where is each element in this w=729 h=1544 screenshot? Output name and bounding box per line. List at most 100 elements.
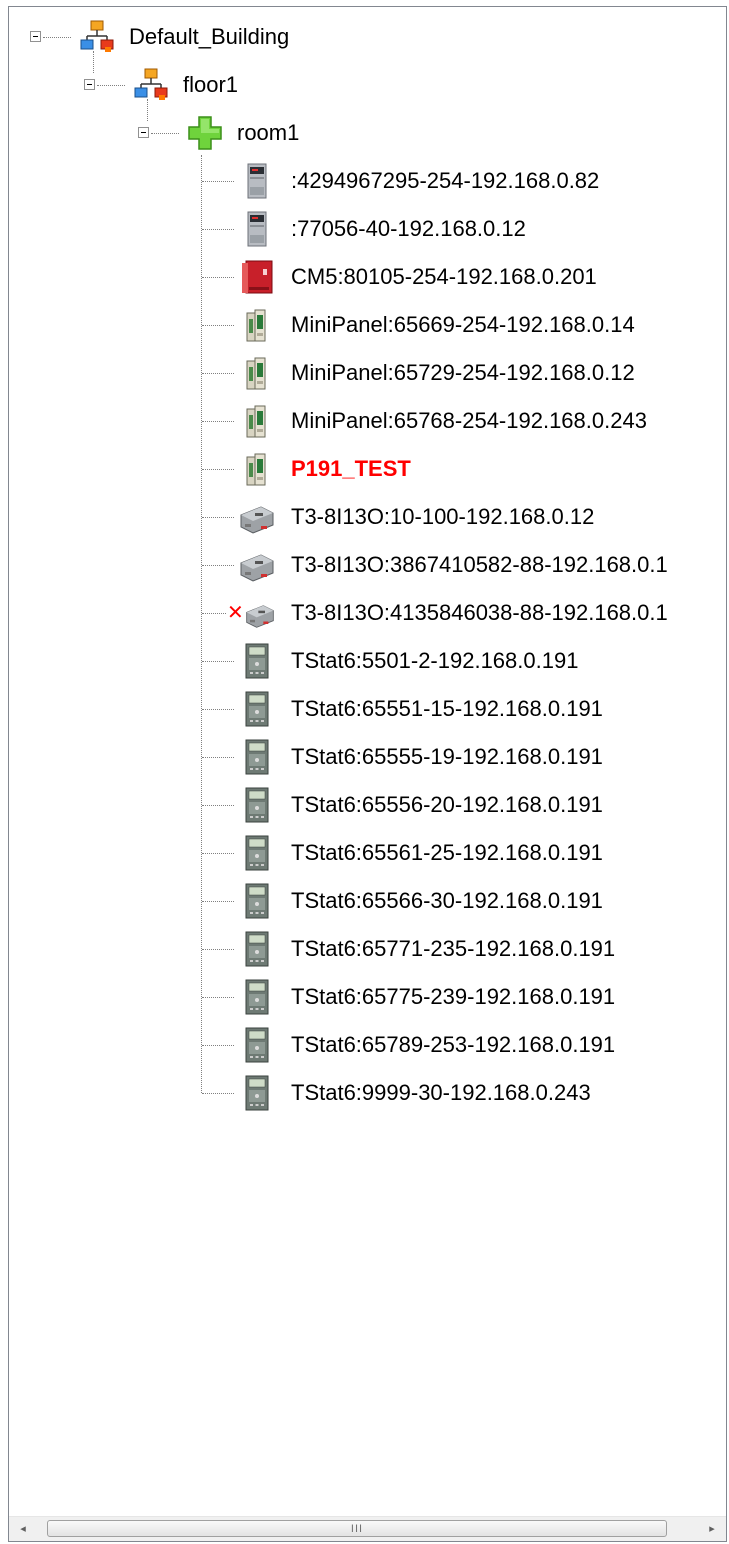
tree-node-label: TStat6:65566-30-192.168.0.191	[291, 888, 603, 913]
collapse-toggle[interactable]	[30, 31, 41, 42]
tree-node-floor[interactable]: floor1	[9, 51, 709, 107]
tstat-icon	[245, 979, 269, 1015]
tree-connector	[147, 99, 148, 121]
tree-connector	[202, 949, 234, 950]
scroll-left-button[interactable]: ◂	[11, 1517, 35, 1541]
tree-connector	[202, 421, 234, 422]
tree-node-label: T3-8I13O:10-100-192.168.0.12	[291, 504, 595, 529]
tree-node-label: floor1	[183, 72, 239, 97]
tstat-icon	[245, 1075, 269, 1111]
device-node[interactable]: MiniPanel:65729-254-192.168.0.12	[9, 351, 726, 395]
tree-connector	[202, 901, 234, 902]
device-tree[interactable]: Default_Building floor1 room1:429496729…	[9, 7, 726, 1517]
offline-x-icon: ✕	[227, 602, 244, 624]
device-node[interactable]: TStat6:5501-2-192.168.0.191	[9, 639, 726, 683]
device-node[interactable]: TStat6:65775-239-192.168.0.191	[9, 975, 726, 1019]
tree-connector	[202, 709, 234, 710]
tree-node-label: :77056-40-192.168.0.12	[291, 216, 526, 241]
t3-module-icon	[240, 506, 274, 534]
tree-node-building[interactable]: Default_Building	[9, 15, 709, 59]
tree-node-label: MiniPanel:65669-254-192.168.0.14	[291, 312, 635, 337]
tstat-icon	[245, 643, 269, 679]
tstat-icon	[245, 1027, 269, 1063]
tree-connector	[97, 85, 125, 86]
device-node[interactable]: P191_TEST	[9, 447, 726, 491]
tree-node-label: TStat6:65771-235-192.168.0.191	[291, 936, 616, 961]
tree-node-label: TStat6:65789-253-192.168.0.191	[291, 1032, 616, 1057]
tree-node-label: T3-8I13O:4135846038-88-192.168.0.1	[291, 600, 668, 625]
device-node[interactable]: TStat6:65561-25-192.168.0.191	[9, 831, 726, 875]
tree-node-label: MiniPanel:65768-254-192.168.0.243	[291, 408, 647, 433]
tree-connector	[202, 997, 234, 998]
tree-node-label: room1	[237, 120, 300, 145]
tree-node-label: MiniPanel:65729-254-192.168.0.12	[291, 360, 635, 385]
tree-node-label: TStat6:65551-15-192.168.0.191	[291, 696, 603, 721]
tree-connector	[202, 181, 234, 182]
tree-node-room[interactable]: room1	[9, 99, 709, 155]
tree-node-label: CM5:80105-254-192.168.0.201	[291, 264, 597, 289]
device-node[interactable]: T3-8I13O:10-100-192.168.0.12	[9, 495, 726, 539]
device-node[interactable]: :4294967295-254-192.168.0.82	[9, 159, 726, 203]
t3-module-icon	[246, 605, 274, 628]
tree-connector	[43, 37, 71, 38]
device-node[interactable]: T3-8I13O:3867410582-88-192.168.0.1	[9, 543, 726, 587]
tree-connector	[93, 51, 94, 73]
tree-connector	[202, 1045, 234, 1046]
tstat-icon	[245, 739, 269, 775]
scrollbar-thumb[interactable]: III	[47, 1520, 667, 1537]
tstat-icon	[245, 787, 269, 823]
device-node[interactable]: TStat6:65551-15-192.168.0.191	[9, 687, 726, 731]
tree-node-label: T3-8I13O:3867410582-88-192.168.0.1	[291, 552, 668, 577]
device-node[interactable]: ✕ T3-8I13O:4135846038-88-192.168.0.1	[9, 591, 726, 635]
device-node[interactable]: CM5:80105-254-192.168.0.201	[9, 255, 726, 299]
minipanel-icon	[246, 309, 266, 342]
minipanel-icon	[246, 453, 266, 486]
tree-connector	[202, 325, 234, 326]
red-cabinet-icon	[242, 260, 273, 294]
tree-connector	[151, 133, 179, 134]
tree-connector	[202, 805, 234, 806]
device-node[interactable]: TStat6:65771-235-192.168.0.191	[9, 927, 726, 971]
tree-node-label: :4294967295-254-192.168.0.82	[291, 168, 600, 193]
t3-module-icon	[240, 554, 274, 582]
tree-connector	[202, 469, 234, 470]
network-building-icon	[80, 20, 114, 52]
device-node[interactable]: :77056-40-192.168.0.12	[9, 207, 726, 251]
green-plus-icon	[188, 116, 222, 150]
device-node[interactable]: MiniPanel:65768-254-192.168.0.243	[9, 399, 726, 443]
tree-connector	[202, 613, 226, 614]
tree-node-label: TStat6:65561-25-192.168.0.191	[291, 840, 603, 865]
horizontal-scrollbar[interactable]: ◂ III ▸	[9, 1516, 726, 1541]
tree-node-label: TStat6:65775-239-192.168.0.191	[291, 984, 616, 1009]
tree-node-label: TStat6:9999-30-192.168.0.243	[291, 1080, 591, 1105]
tree-node-label: TStat6:65555-19-192.168.0.191	[291, 744, 603, 769]
device-node[interactable]: TStat6:65566-30-192.168.0.191	[9, 879, 726, 923]
tstat-icon	[245, 931, 269, 967]
tstat-icon	[245, 883, 269, 919]
tree-connector	[202, 757, 234, 758]
scroll-right-button[interactable]: ▸	[700, 1517, 724, 1541]
tree-connector	[202, 565, 234, 566]
device-node[interactable]: TStat6:65789-253-192.168.0.191	[9, 1023, 726, 1067]
tree-connector	[202, 1093, 234, 1094]
gray-controller-icon	[247, 211, 267, 247]
tree-connector	[202, 853, 234, 854]
device-node[interactable]: TStat6:65555-19-192.168.0.191	[9, 735, 726, 779]
minipanel-icon	[246, 357, 266, 390]
tstat-icon	[245, 691, 269, 727]
tree-connector	[202, 517, 234, 518]
device-node[interactable]: MiniPanel:65669-254-192.168.0.14	[9, 303, 726, 347]
minipanel-icon	[246, 405, 266, 438]
device-node[interactable]: TStat6:65556-20-192.168.0.191	[9, 783, 726, 827]
gray-controller-icon	[247, 163, 267, 199]
collapse-toggle[interactable]	[84, 79, 95, 90]
tree-node-label: TStat6:65556-20-192.168.0.191	[291, 792, 603, 817]
tree-connector	[202, 661, 234, 662]
device-tree-panel: Default_Building floor1 room1:429496729…	[8, 6, 727, 1542]
network-building-icon	[134, 68, 168, 100]
tree-connector	[202, 373, 234, 374]
scrollbar-grip: III	[350, 1523, 364, 1535]
device-node[interactable]: TStat6:9999-30-192.168.0.243	[9, 1071, 726, 1115]
tree-node-label: Default_Building	[129, 24, 290, 49]
collapse-toggle[interactable]	[138, 127, 149, 138]
